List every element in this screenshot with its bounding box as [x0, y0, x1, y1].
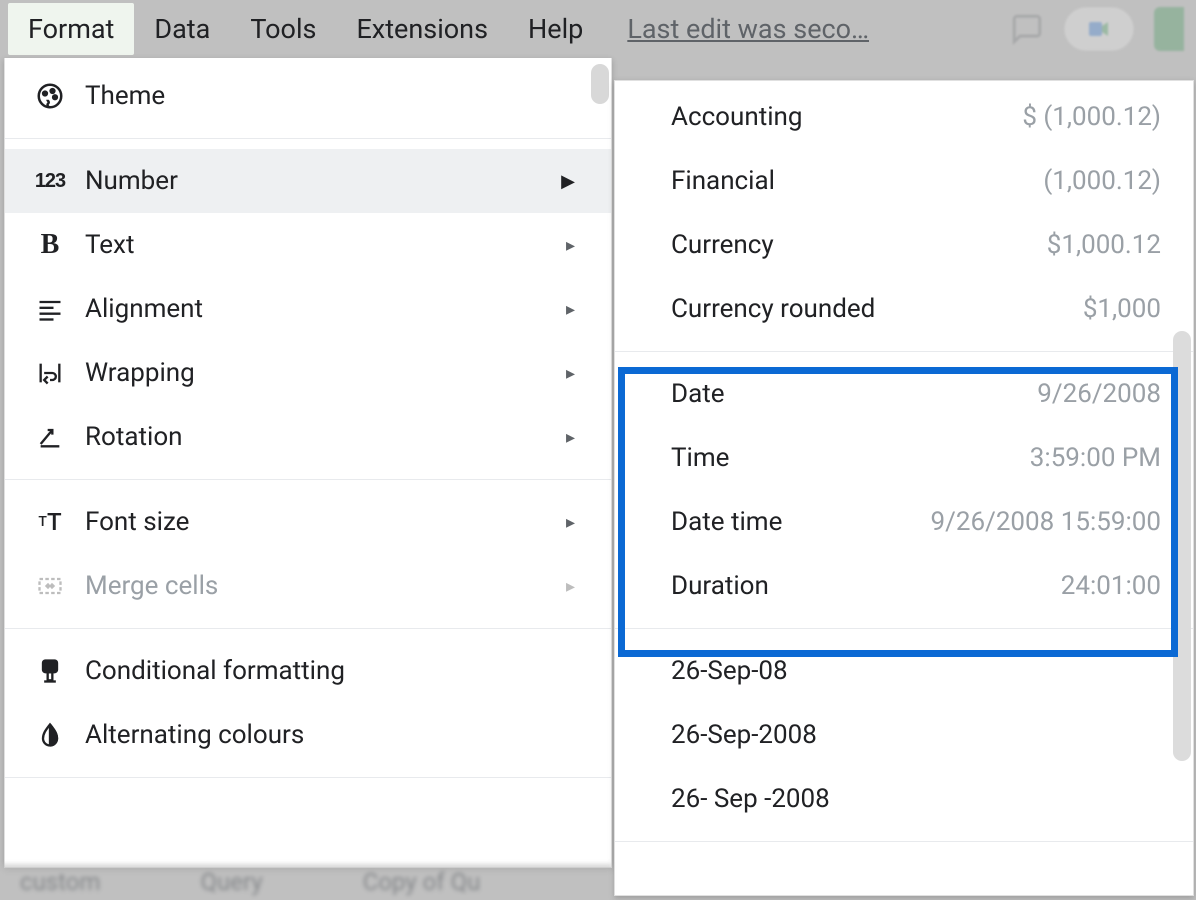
menu-label: Text: [85, 230, 566, 260]
divider: [5, 628, 611, 629]
format-label: Duration: [671, 571, 769, 601]
format-currency[interactable]: Currency $1,000.12: [615, 213, 1193, 277]
format-sample: 3:59:00 PM: [1030, 443, 1161, 473]
format-sample: $1,000.12: [1047, 230, 1161, 260]
meet-badge[interactable]: [1064, 7, 1134, 51]
format-sample: $ (1,000.12): [1022, 102, 1161, 132]
format-label: Currency: [671, 230, 774, 260]
format-label: Time: [671, 443, 729, 473]
divider: [615, 841, 1193, 842]
format-currency-rounded[interactable]: Currency rounded $1,000: [615, 277, 1193, 341]
format-accounting[interactable]: Accounting $ (1,000.12): [615, 85, 1193, 149]
menu-wrapping[interactable]: Wrapping ▸: [5, 341, 611, 405]
number-icon: 123: [33, 164, 67, 198]
chevron-right-icon: ▸: [566, 299, 575, 320]
chevron-right-icon: ▶: [561, 171, 575, 192]
divider: [5, 777, 611, 778]
menu-fontsize[interactable]: TT Font size ▸: [5, 490, 611, 554]
menu-label: Rotation: [85, 422, 566, 452]
format-label: 26- Sep -2008: [671, 784, 830, 814]
tab: Query: [201, 868, 263, 896]
sheet-tabs-blurred: custom Query Copy of Qu: [0, 864, 612, 900]
scrollbar[interactable]: [1173, 331, 1191, 761]
chevron-right-icon: ▸: [566, 576, 575, 597]
tab: Copy of Qu: [363, 868, 481, 896]
menu-label: Number: [85, 166, 561, 196]
divider: [615, 351, 1193, 352]
chevron-right-icon: ▸: [566, 363, 575, 384]
chevron-right-icon: ▸: [566, 235, 575, 256]
alternating-icon: [33, 718, 67, 752]
menu-label: Merge cells: [85, 571, 566, 601]
menu-tools[interactable]: Tools: [230, 3, 336, 55]
format-financial[interactable]: Financial (1,000.12): [615, 149, 1193, 213]
format-label: 26-Sep-08: [671, 656, 788, 686]
menu-label: Alignment: [85, 294, 566, 324]
format-sample: 9/26/2008 15:59:00: [931, 507, 1161, 537]
menu-help[interactable]: Help: [508, 3, 603, 55]
menu-label: Wrapping: [85, 358, 566, 388]
menu-label: Alternating colours: [85, 720, 583, 750]
menu-theme[interactable]: Theme: [5, 64, 611, 128]
menu-format[interactable]: Format: [8, 3, 134, 55]
menu-extensions[interactable]: Extensions: [336, 3, 508, 55]
last-edit-link[interactable]: Last edit was seco…: [627, 13, 869, 45]
format-label: Accounting: [671, 102, 803, 132]
format-label: Financial: [671, 166, 775, 196]
number-submenu: Accounting $ (1,000.12) Financial (1,000…: [614, 80, 1194, 896]
divider: [5, 138, 611, 139]
format-label: 26-Sep-2008: [671, 720, 817, 750]
format-datetime[interactable]: Date time 9/26/2008 15:59:00: [615, 490, 1193, 554]
wrapping-icon: [33, 356, 67, 390]
format-sample: $1,000: [1083, 294, 1161, 324]
menu-text[interactable]: B Text ▸: [5, 213, 611, 277]
format-date-short-3[interactable]: 26- Sep -2008: [615, 767, 1193, 831]
fontsize-icon: TT: [33, 505, 67, 539]
menu-label: Conditional formatting: [85, 656, 583, 686]
format-dropdown: Theme 123 Number ▶ B Text ▸ Alignment ▸ …: [4, 58, 612, 868]
menu-alternating-colours[interactable]: Alternating colours: [5, 703, 611, 767]
chevron-right-icon: ▸: [566, 427, 575, 448]
conditional-icon: [33, 654, 67, 688]
tab: custom: [20, 868, 101, 896]
menu-rotation[interactable]: Rotation ▸: [5, 405, 611, 469]
menu-number[interactable]: 123 Number ▶: [5, 149, 611, 213]
alignment-icon: [33, 292, 67, 326]
format-date-short-2[interactable]: 26-Sep-2008: [615, 703, 1193, 767]
divider: [5, 479, 611, 480]
format-date-short-1[interactable]: 26-Sep-08: [615, 639, 1193, 703]
divider: [615, 628, 1193, 629]
share-button[interactable]: [1154, 7, 1184, 51]
format-sample: 24:01:00: [1061, 571, 1161, 601]
menu-data[interactable]: Data: [134, 3, 230, 55]
theme-icon: [33, 79, 67, 113]
format-duration[interactable]: Duration 24:01:00: [615, 554, 1193, 618]
bold-icon: B: [33, 228, 67, 262]
format-time[interactable]: Time 3:59:00 PM: [615, 426, 1193, 490]
menu-label: Font size: [85, 507, 566, 537]
format-sample: (1,000.12): [1043, 166, 1161, 196]
menu-conditional-formatting[interactable]: Conditional formatting: [5, 639, 611, 703]
format-label: Date: [671, 379, 725, 409]
format-label: Date time: [671, 507, 782, 537]
topright-icons: [1010, 0, 1184, 58]
format-label: Currency rounded: [671, 294, 875, 324]
format-sample: 9/26/2008: [1037, 379, 1161, 409]
chevron-right-icon: ▸: [566, 512, 575, 533]
menu-merge-cells: Merge cells ▸: [5, 554, 611, 618]
menu-alignment[interactable]: Alignment ▸: [5, 277, 611, 341]
menu-label: Theme: [85, 81, 583, 111]
format-date[interactable]: Date 9/26/2008: [615, 362, 1193, 426]
rotation-icon: [33, 420, 67, 454]
merge-icon: [33, 569, 67, 603]
comment-icon[interactable]: [1010, 12, 1044, 46]
